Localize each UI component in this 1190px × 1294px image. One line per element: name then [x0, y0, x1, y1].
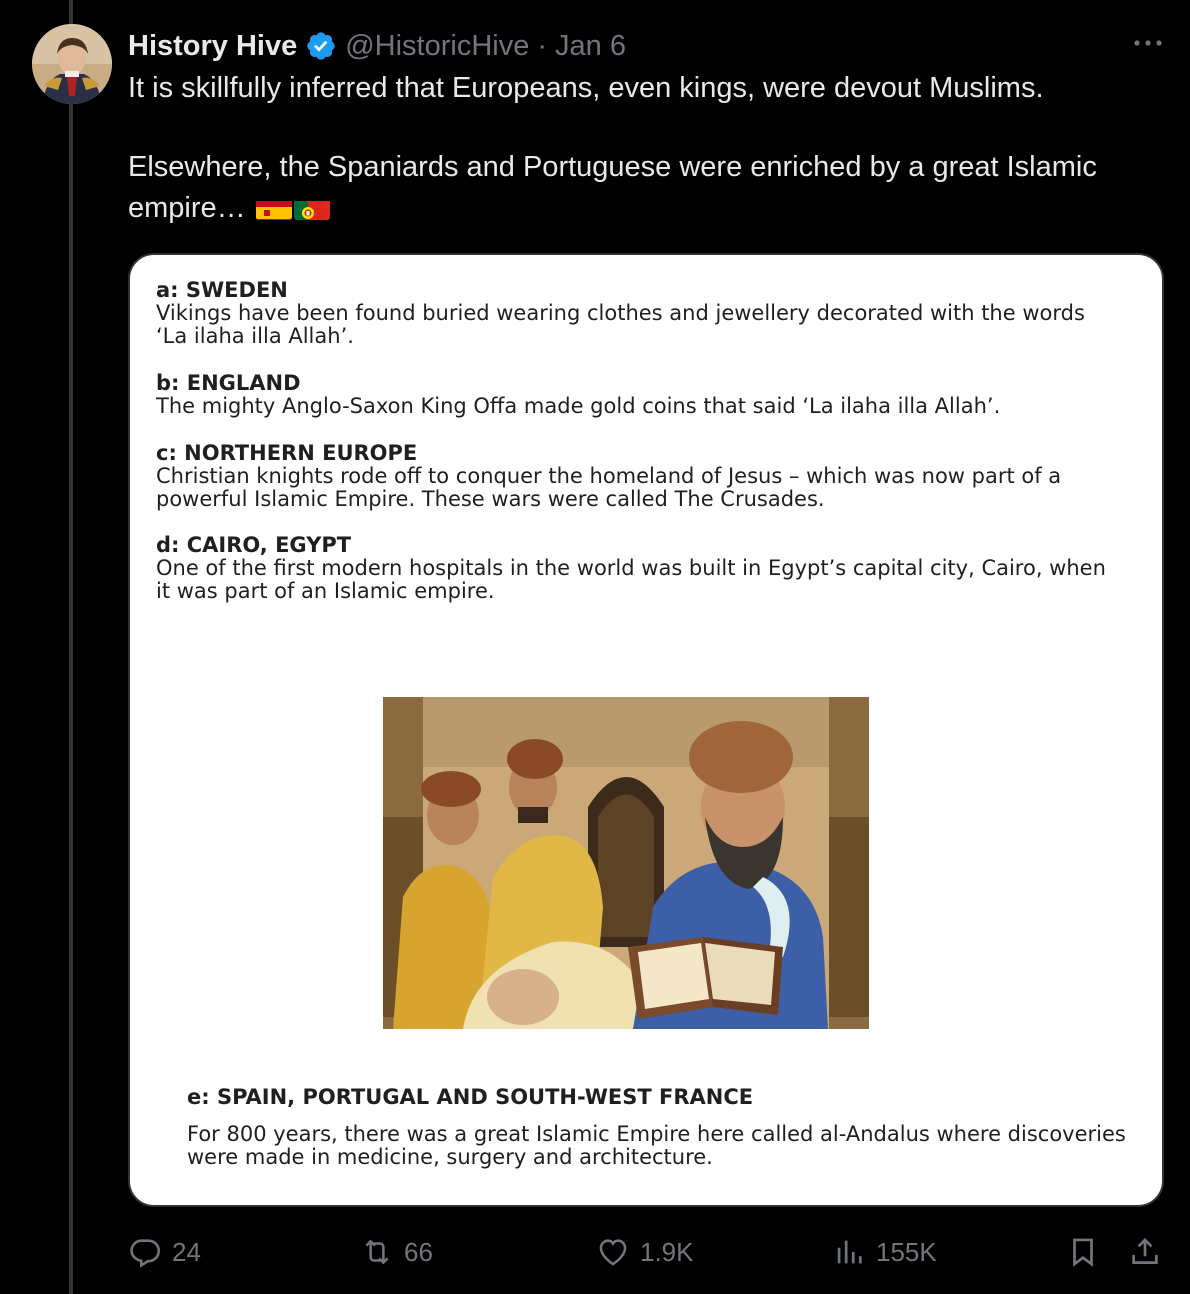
view-count: 155K — [876, 1236, 937, 1267]
repost-count: 66 — [404, 1236, 433, 1267]
like-count: 1.9K — [640, 1236, 694, 1267]
avatar-portrait — [32, 24, 112, 104]
reply-count: 24 — [172, 1236, 201, 1267]
tweet-actions: 24 66 1.9K 155K — [128, 1230, 1168, 1274]
entry-heading: b: ENGLAND — [156, 371, 301, 395]
thread-line — [69, 0, 73, 1294]
tweet-line-2: Elsewhere, the Spaniards and Portuguese … — [128, 147, 1168, 229]
spain-flag-icon — [255, 196, 292, 220]
entry-heading: d: CAIRO, EGYPT — [156, 533, 352, 557]
entry-heading: a: SWEDEN — [156, 278, 288, 302]
entry-heading: e: SPAIN, PORTUGAL AND SOUTH-WEST FRANCE — [187, 1085, 754, 1109]
author-name[interactable]: History Hive — [128, 30, 297, 63]
like-button[interactable]: 1.9K — [596, 1230, 694, 1274]
entry-text: For 800 years, there was a great Islamic… — [187, 1122, 1126, 1169]
entry-spain-portugal: e: SPAIN, PORTUGAL AND SOUTH-WEST FRANCE… — [187, 1086, 1147, 1169]
heart-icon — [599, 1239, 627, 1266]
entry-sweden: a: SWEDEN Vikings have been found buried… — [156, 279, 1116, 348]
more-options-icon[interactable] — [1130, 28, 1166, 58]
entry-text: Vikings have been found buried wearing c… — [156, 301, 1085, 348]
tweet-text: It is skillfully inferred that Europeans… — [128, 68, 1168, 229]
bookmark-button[interactable] — [1066, 1230, 1100, 1274]
tweet-line-1: It is skillfully inferred that Europeans… — [128, 72, 1044, 104]
separator-dot: · — [537, 29, 548, 62]
views-chart-icon — [837, 1240, 862, 1264]
repost-button[interactable]: 66 — [360, 1230, 433, 1274]
entry-text: The mighty Anglo-Saxon King Offa made go… — [156, 394, 1001, 418]
portugal-flag-icon — [293, 196, 330, 220]
reply-icon — [130, 1239, 161, 1268]
share-icon — [1132, 1238, 1158, 1264]
entry-heading: c: NORTHERN EUROPE — [156, 441, 418, 465]
hospital-illustration — [383, 697, 869, 1029]
bookmark-icon — [1073, 1238, 1093, 1267]
entry-northern-europe: c: NORTHERN EUROPE Christian knights rod… — [156, 442, 1116, 511]
views-button[interactable]: 155K — [832, 1230, 937, 1274]
tweet-date[interactable]: Jan 6 — [555, 30, 626, 63]
entry-text: One of the first modern hospitals in the… — [156, 556, 1106, 603]
entry-cairo: d: CAIRO, EGYPT One of the first modern … — [156, 534, 1116, 603]
verified-badge-icon[interactable] — [305, 30, 337, 62]
reply-button[interactable]: 24 — [128, 1230, 201, 1274]
entry-england: b: ENGLAND The mighty Anglo-Saxon King O… — [156, 372, 1116, 418]
avatar[interactable] — [32, 24, 112, 104]
entry-text: Christian knights rode off to conquer th… — [156, 464, 1062, 511]
tweet-header: History Hive @HistoricHive · Jan 6 — [128, 26, 626, 66]
author-handle[interactable]: @HistoricHive — [345, 30, 529, 63]
repost-icon — [365, 1239, 389, 1265]
share-button[interactable] — [1128, 1230, 1162, 1274]
attached-image-card[interactable]: a: SWEDEN Vikings have been found buried… — [128, 253, 1164, 1207]
